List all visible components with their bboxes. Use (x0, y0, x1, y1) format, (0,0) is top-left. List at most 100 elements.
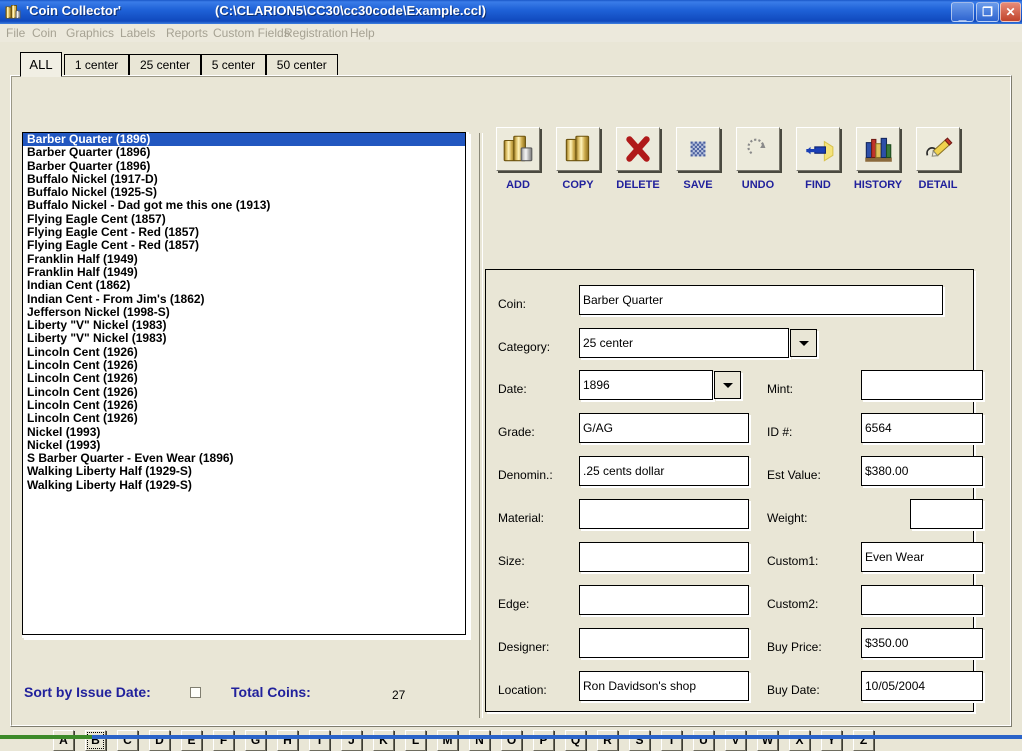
tab-5-center[interactable]: 5 center (200, 54, 266, 76)
input-material[interactable] (579, 499, 749, 529)
dropdown-button-category[interactable] (790, 329, 817, 357)
alpha-button-c[interactable]: C (117, 730, 138, 751)
save-button[interactable] (676, 127, 720, 171)
alpha-button-s[interactable]: S (629, 730, 650, 751)
list-item[interactable]: Flying Eagle Cent - Red (1857) (23, 239, 465, 253)
list-item[interactable]: Barber Quarter (1896) (23, 133, 465, 147)
list-item[interactable]: Lincoln Cent (1926) (23, 358, 465, 372)
list-item[interactable]: Barber Quarter (1896) (23, 145, 465, 159)
list-item[interactable]: Buffalo Nickel (1925-S) (23, 185, 465, 199)
menu-item-help[interactable]: Help (350, 26, 375, 40)
alpha-button-n[interactable]: N (469, 730, 490, 751)
copy-button[interactable] (556, 127, 600, 171)
list-item[interactable]: Buffalo Nickel (1917-D) (23, 172, 465, 186)
list-item[interactable]: Lincoln Cent (1926) (23, 411, 465, 425)
alpha-button-r[interactable]: R (597, 730, 618, 751)
list-item[interactable]: Flying Eagle Cent (1857) (23, 212, 465, 226)
minimize-button[interactable]: _ (951, 2, 974, 22)
alpha-button-x[interactable]: X (789, 730, 810, 751)
find-button[interactable] (796, 127, 840, 171)
alpha-button-h[interactable]: H (277, 730, 298, 751)
input-buy-date[interactable]: 10/05/2004 (861, 671, 983, 701)
menu-item-file[interactable]: File (6, 26, 25, 40)
list-item[interactable]: Liberty "V" Nickel (1983) (23, 332, 465, 346)
list-item[interactable]: Jefferson Nickel (1998-S) (23, 305, 465, 319)
input-mint[interactable] (861, 370, 983, 400)
list-item[interactable]: Lincoln Cent (1926) (23, 372, 465, 386)
alpha-button-b[interactable]: B (85, 730, 106, 751)
input-buy-price[interactable]: $350.00 (861, 628, 983, 658)
list-item[interactable]: Lincoln Cent (1926) (23, 385, 465, 399)
dropdown-button-date[interactable] (714, 371, 741, 399)
input-edge[interactable] (579, 585, 749, 615)
input-grade[interactable]: G/AG (579, 413, 749, 443)
alpha-button-i[interactable]: I (309, 730, 330, 751)
alpha-button-o[interactable]: O (501, 730, 522, 751)
list-item[interactable]: Nickel (1993) (23, 425, 465, 439)
tab-50-center[interactable]: 50 center (266, 54, 338, 76)
maximize-button[interactable]: ❐ (976, 2, 999, 22)
list-item[interactable]: Buffalo Nickel - Dad got me this one (19… (23, 199, 465, 213)
history-button[interactable] (856, 127, 900, 171)
list-item[interactable]: Franklin Half (1949) (23, 265, 465, 279)
input-est-value[interactable]: $380.00 (861, 456, 983, 486)
list-item[interactable]: Walking Liberty Half (1929-S) (23, 478, 465, 492)
menu-item-coin[interactable]: Coin (32, 26, 57, 40)
delete-button[interactable] (616, 127, 660, 171)
alpha-button-f[interactable]: F (213, 730, 234, 751)
input-weight[interactable] (910, 499, 983, 529)
alpha-button-m[interactable]: M (437, 730, 458, 751)
menu-item-registration[interactable]: Registration (284, 26, 348, 40)
alpha-button-q[interactable]: Q (565, 730, 586, 751)
sort-by-issue-date-checkbox[interactable] (190, 687, 201, 698)
alpha-button-d[interactable]: D (149, 730, 170, 751)
list-item[interactable]: Lincoln Cent (1926) (23, 398, 465, 412)
undo-button[interactable] (736, 127, 780, 171)
input-category[interactable]: 25 center (579, 328, 817, 358)
alpha-button-u[interactable]: U (693, 730, 714, 751)
list-item[interactable]: Franklin Half (1949) (23, 252, 465, 266)
list-item[interactable]: Barber Quarter (1896) (23, 159, 465, 173)
alpha-button-l[interactable]: L (405, 730, 426, 751)
alpha-button-z[interactable]: Z (853, 730, 874, 751)
input-denomin[interactable]: .25 cents dollar (579, 456, 749, 486)
coin-list[interactable]: Barber Quarter (1896) Barber Quarter (189… (22, 132, 466, 635)
list-item[interactable]: Flying Eagle Cent - Red (1857) (23, 225, 465, 239)
input-location[interactable]: Ron Davidson's shop (579, 671, 749, 701)
list-item[interactable]: Nickel (1993) (23, 438, 465, 452)
alpha-button-v[interactable]: V (725, 730, 746, 751)
tab-25-center[interactable]: 25 center (129, 54, 201, 76)
start-button-sliver[interactable] (0, 735, 92, 739)
alpha-button-e[interactable]: E (181, 730, 202, 751)
menu-item-labels[interactable]: Labels (120, 26, 155, 40)
input-coin[interactable]: Barber Quarter (579, 285, 943, 315)
detail-button[interactable] (916, 127, 960, 171)
alpha-button-t[interactable]: T (661, 730, 682, 751)
input-size[interactable] (579, 542, 749, 572)
menu-item-graphics[interactable]: Graphics (66, 26, 114, 40)
input-designer[interactable] (579, 628, 749, 658)
input-custom1[interactable]: Even Wear (861, 542, 983, 572)
input-custom2[interactable] (861, 585, 983, 615)
tab-1-center[interactable]: 1 center (64, 54, 130, 76)
list-item[interactable]: Liberty "V" Nickel (1983) (23, 318, 465, 332)
list-item[interactable]: Indian Cent (1862) (23, 278, 465, 292)
alpha-button-a[interactable]: A (53, 730, 74, 751)
alpha-button-w[interactable]: W (757, 730, 778, 751)
menu-item-custom-fields[interactable]: Custom Fields (213, 26, 290, 40)
list-item[interactable]: S Barber Quarter - Even Wear (1896) (23, 451, 465, 465)
menu-item-reports[interactable]: Reports (166, 26, 208, 40)
alpha-button-k[interactable]: K (373, 730, 394, 751)
tab-all[interactable]: ALL (20, 52, 62, 77)
list-item[interactable]: Indian Cent - From Jim's (1862) (23, 292, 465, 306)
input-id[interactable]: 6564 (861, 413, 983, 443)
list-item[interactable]: Walking Liberty Half (1929-S) (23, 465, 465, 479)
alpha-button-p[interactable]: P (533, 730, 554, 751)
close-button[interactable]: ✕ (1000, 2, 1021, 22)
add-button[interactable] (496, 127, 540, 171)
alpha-button-g[interactable]: G (245, 730, 266, 751)
input-date[interactable]: 1896 (579, 370, 741, 400)
alpha-button-j[interactable]: J (341, 730, 362, 751)
list-item[interactable]: Lincoln Cent (1926) (23, 345, 465, 359)
alpha-button-y[interactable]: Y (821, 730, 842, 751)
